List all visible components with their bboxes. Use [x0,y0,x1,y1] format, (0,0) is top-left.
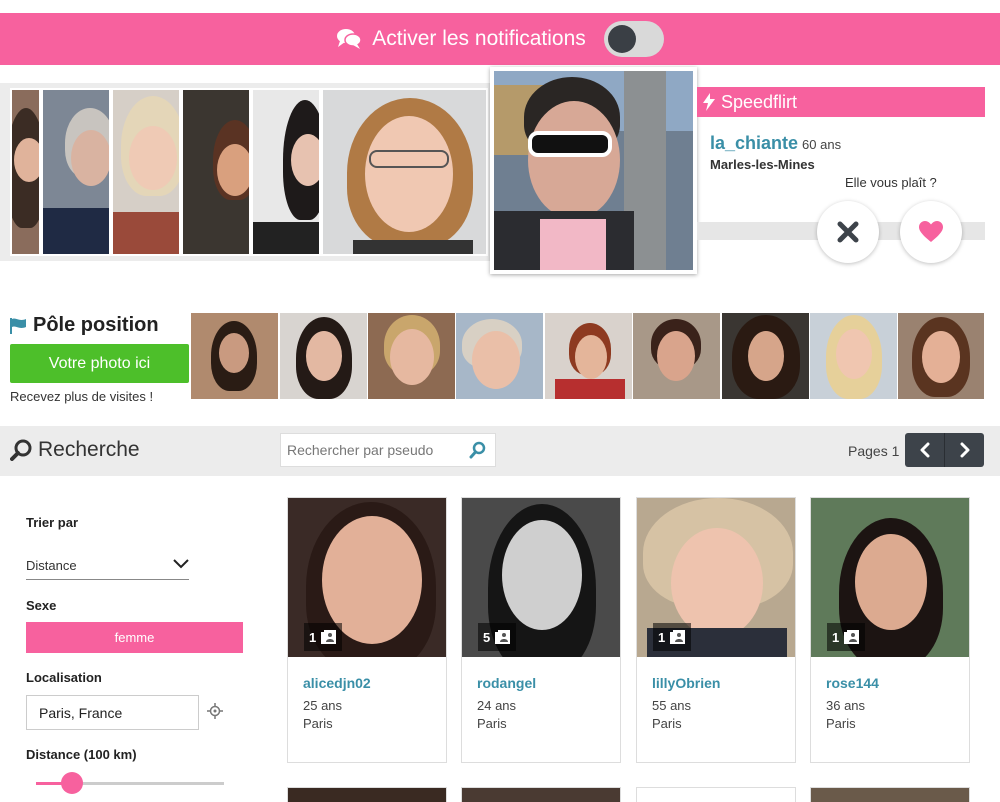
photo-count: 1 [832,629,840,645]
search-icon[interactable] [469,441,487,459]
strip-photo[interactable] [111,88,181,256]
speedflirt-age: 60 ans [802,137,842,152]
toggle-knob [607,25,636,53]
photo-count: 5 [483,629,491,645]
pole-position-subtitle: Recevez plus de visites ! [10,389,154,404]
profile-age: 24 ans [477,698,517,713]
photo-strip [0,83,490,261]
profile-photo: 5 [462,498,620,657]
speedflirt-header: Speedflirt [697,87,985,117]
speedflirt-username[interactable]: la_chiante [710,133,798,153]
photo-count: 1 [309,629,317,645]
pagination [905,433,984,467]
strip-photo[interactable] [321,88,488,256]
speedflirt-title: Speedflirt [721,91,798,112]
your-photo-button[interactable]: Votre photo ici [10,344,189,383]
prev-page-button[interactable] [905,433,944,467]
profile-name[interactable]: lillyObrien [652,675,720,691]
lightning-icon [703,93,715,111]
strip-photo[interactable] [10,88,41,256]
location-label: Localisation [26,670,102,685]
pages-label: Pages 1 [848,443,900,459]
search-title-label: Recherche [38,438,140,461]
photo-count-badge: 1 [827,623,866,651]
profile-card[interactable]: 5 rodangel 24 ans Paris [461,497,621,763]
strip-photo[interactable] [251,88,321,256]
profile-age: 36 ans [826,698,866,713]
speedflirt-name-row: la_chiante 60 ans [710,133,841,154]
search-title: Recherche [10,438,140,462]
sort-value: Distance [26,558,77,573]
profile-photo: 1 [288,498,446,657]
profile-card-partial[interactable] [810,787,970,802]
speedflirt-photo[interactable] [490,67,697,274]
profile-card-partial[interactable] [287,787,447,802]
next-page-button[interactable] [944,433,984,467]
profile-age: 25 ans [303,698,343,713]
profile-photo: 1 [811,498,969,657]
profile-city: Paris [652,716,682,731]
strip-photo[interactable] [41,88,111,256]
chevron-down-icon [173,559,189,569]
distance-label: Distance (100 km) [26,747,137,762]
profile-age: 55 ans [652,698,692,713]
photos-icon [321,630,337,644]
profile-name[interactable]: alicedjn02 [303,675,371,691]
profile-card-partial[interactable] [461,787,621,802]
heart-icon [919,221,943,242]
photo-count: 1 [658,629,666,645]
like-button[interactable] [900,201,962,263]
close-icon [837,221,859,243]
flag-icon [10,317,26,334]
notification-label: Activer les notifications [372,27,586,50]
profile-city: Paris [477,716,507,731]
distance-slider-thumb[interactable] [60,772,83,794]
photo-count-badge: 1 [304,623,343,651]
strip-photo[interactable] [181,88,251,256]
speedflirt-question: Elle vous plaît ? [845,175,937,190]
reject-button[interactable] [817,201,879,263]
profile-photo: 1 [637,498,795,657]
pole-photo[interactable] [456,313,543,399]
sort-label: Trier par [26,515,79,530]
sort-select[interactable]: Distance [26,549,189,580]
notification-bar: Activer les notifications [0,13,1000,65]
profile-city: Paris [826,716,856,731]
search-icon [10,439,32,461]
locate-icon[interactable] [207,703,223,719]
photo-count-badge: 5 [478,623,517,651]
pole-photo[interactable] [368,313,455,399]
pole-photo[interactable] [898,313,984,399]
pole-photo[interactable] [545,313,632,399]
photos-icon [844,630,860,644]
pole-position-label: Pôle position [33,314,159,336]
photos-icon [495,630,511,644]
chevron-right-icon [960,442,969,458]
sex-female-button[interactable]: femme [26,622,243,653]
location-input[interactable] [26,695,199,730]
profile-card-partial[interactable] [636,787,796,802]
pole-position-title: Pôle position [10,314,159,337]
profile-city: Paris [303,716,333,731]
pole-photo[interactable] [810,313,897,399]
pseudo-search-input[interactable] [281,442,461,458]
profile-card[interactable]: 1 rose144 36 ans Paris [810,497,970,763]
profile-card[interactable]: 1 alicedjn02 25 ans Paris [287,497,447,763]
profile-name[interactable]: rodangel [477,675,536,691]
speedflirt-city: Marles-les-Mines [710,157,815,172]
pole-photo[interactable] [280,313,367,399]
notification-toggle[interactable] [603,21,664,57]
profile-name[interactable]: rose144 [826,675,879,691]
pole-photo[interactable] [191,313,278,399]
pole-photo[interactable] [633,313,720,399]
chevron-left-icon [920,442,929,458]
chat-icon [337,29,362,49]
profile-card[interactable]: 1 lillyObrien 55 ans Paris [636,497,796,763]
sex-label: Sexe [26,598,57,613]
pseudo-search-box [280,433,496,467]
photos-icon [670,630,686,644]
photo-count-badge: 1 [653,623,692,651]
pole-photo[interactable] [722,313,809,399]
